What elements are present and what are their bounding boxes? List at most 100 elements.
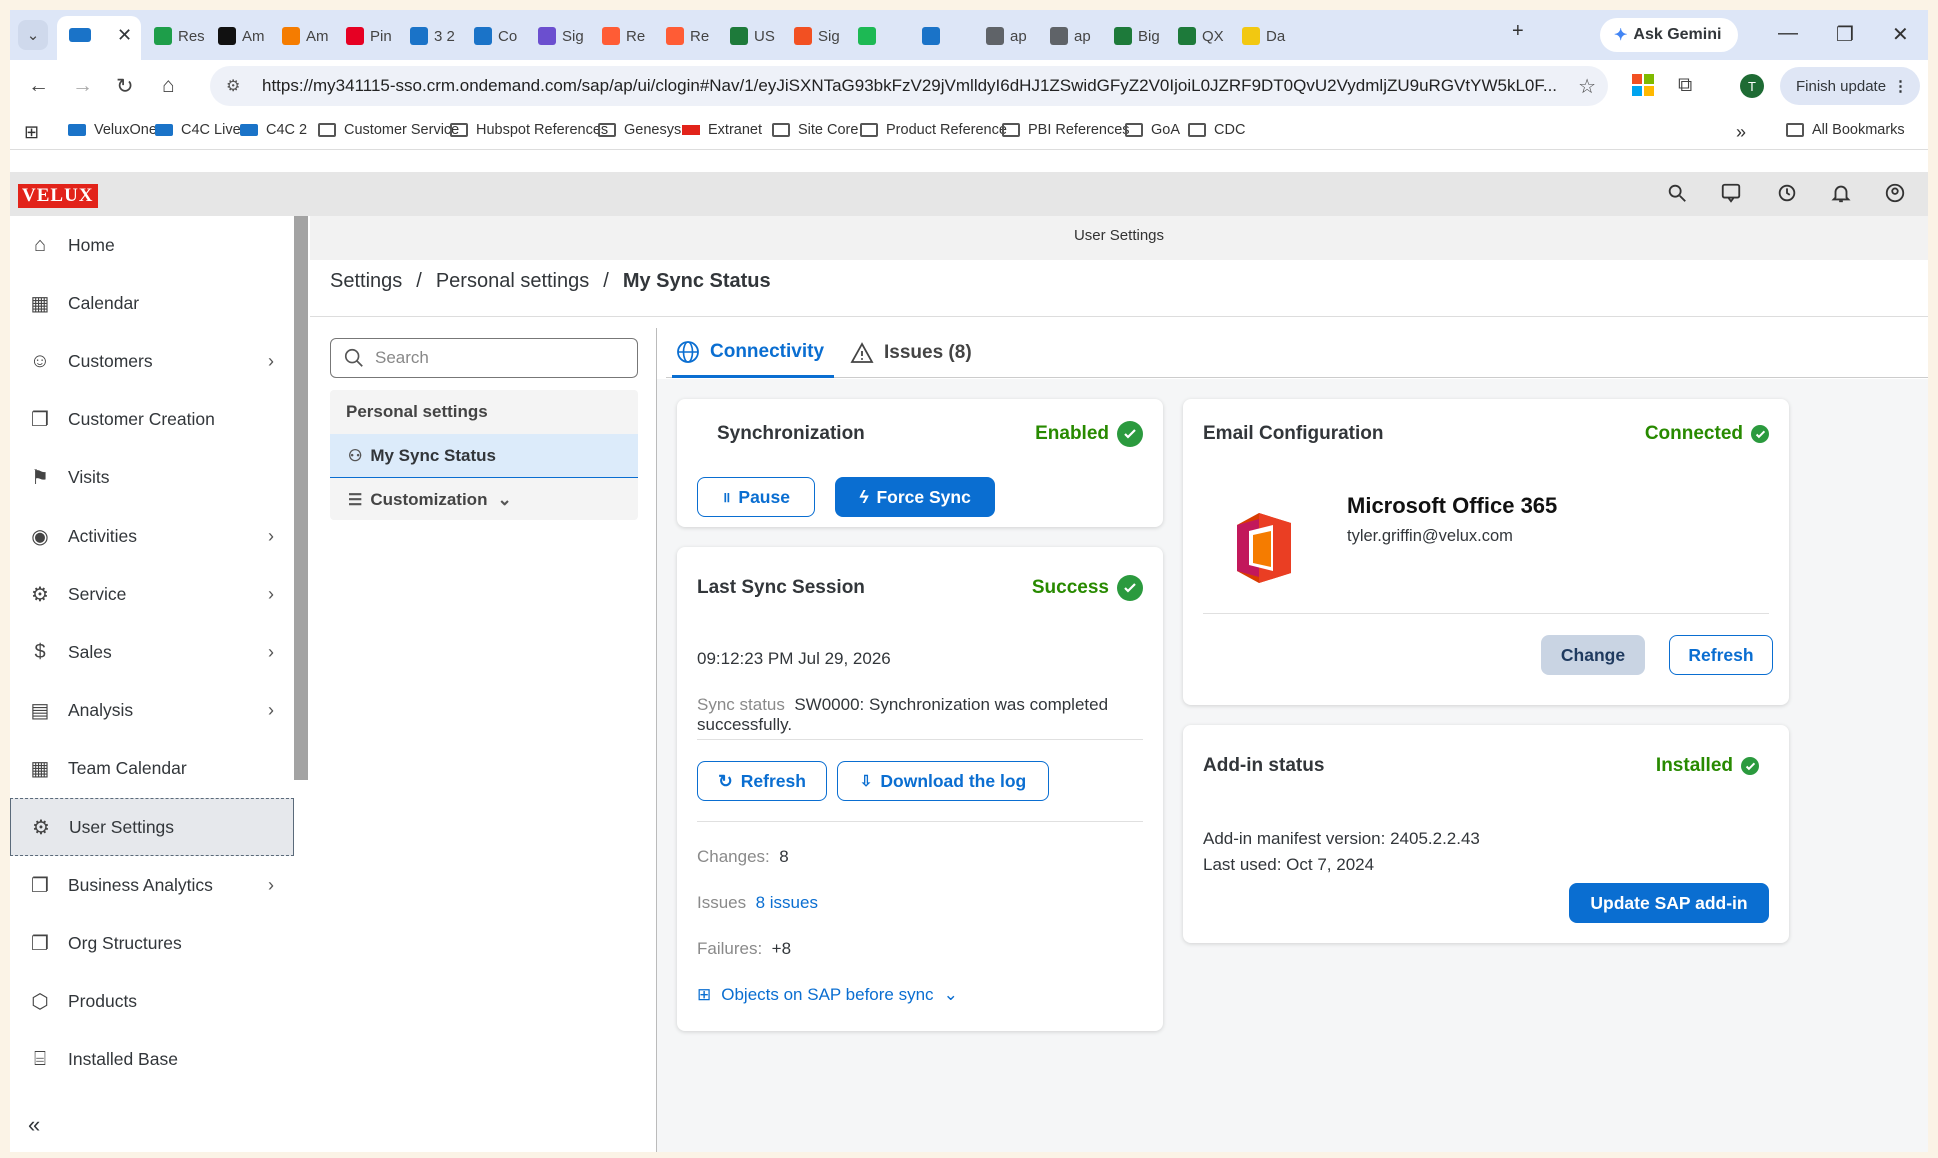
change-email-button[interactable]: Change	[1541, 635, 1645, 675]
feedback-icon[interactable]	[1720, 182, 1742, 204]
breadcrumb-settings[interactable]: Settings	[330, 270, 402, 293]
bookmark-item[interactable]: GoA	[1125, 122, 1180, 138]
bookmark-item[interactable]: C4C Live	[155, 122, 241, 138]
more-bookmarks-icon[interactable]: »	[1736, 122, 1746, 143]
bell-icon[interactable]	[1830, 182, 1852, 204]
new-tab-icon[interactable]: +	[1512, 20, 1524, 43]
sidebar-item-org-structures[interactable]: ❐ Org Structures	[10, 914, 294, 972]
browser-tab[interactable]: Da	[1242, 18, 1292, 54]
sidebar-item-products[interactable]: ⬡ Products	[10, 973, 294, 1031]
force-sync-button[interactable]: ϟ Force Sync	[835, 477, 995, 517]
issues-link[interactable]: 8 issues	[756, 893, 818, 912]
collapse-sidebar-icon[interactable]: «	[28, 1112, 40, 1138]
browser-tab[interactable]: US	[730, 18, 780, 54]
apps-grid-icon[interactable]: ⊞	[24, 122, 39, 143]
lightning-icon: ϟ	[859, 486, 869, 507]
close-window-icon[interactable]: ✕	[1892, 22, 1909, 47]
browser-tab[interactable]: Res	[154, 18, 204, 54]
sidebar-item-customers[interactable]: ☺ Customers ›	[10, 332, 294, 390]
star-icon[interactable]: ☆	[1578, 74, 1596, 99]
sidebar-item-service[interactable]: ⚙ Service ›	[10, 565, 294, 623]
tab-active[interactable]: ✕	[57, 16, 141, 60]
sidebar-item-business-analytics[interactable]: ❐ Business Analytics ›	[10, 856, 294, 914]
close-tab-icon[interactable]: ✕	[117, 25, 132, 46]
tab-connectivity[interactable]: Connectivity	[672, 328, 835, 378]
back-icon[interactable]: ←	[28, 74, 49, 98]
reload-icon[interactable]: ↻	[116, 74, 134, 99]
browser-tab[interactable]	[922, 18, 972, 54]
bookmark-item[interactable]: Customer Service	[318, 122, 459, 138]
sidebar-item-user-settings[interactable]: ⚙ User Settings	[10, 798, 294, 856]
breadcrumb: Settings / Personal settings / My Sync S…	[330, 270, 771, 293]
browser-tab[interactable]: Pin	[346, 18, 396, 54]
breadcrumb-personal-settings[interactable]: Personal settings	[436, 270, 589, 293]
sidebar-item-installed-base[interactable]: ⌸ Installed Base	[10, 1031, 294, 1089]
bookmark-item[interactable]: Product Reference	[860, 122, 1007, 138]
tab-search-button[interactable]: ⌄	[18, 20, 48, 50]
tree-item-customization[interactable]: ☰ Customization ⌄	[330, 478, 638, 522]
divider	[697, 821, 1143, 822]
tab-favicon-icon	[1114, 27, 1132, 45]
browser-tab[interactable]: QX	[1178, 18, 1228, 54]
browser-tab[interactable]: Re	[666, 18, 716, 54]
sidebar-item-analysis[interactable]: ▤ Analysis ›	[10, 682, 294, 740]
refresh-email-button[interactable]: Refresh	[1669, 635, 1773, 675]
bookmark-item[interactable]: CDC	[1188, 122, 1245, 138]
browser-tab[interactable]: Big	[1114, 18, 1164, 54]
sap-favicon-icon	[69, 28, 91, 42]
forward-icon[interactable]: →	[72, 74, 93, 98]
bookmark-item[interactable]: Extranet	[682, 122, 762, 138]
bookmark-item[interactable]: Site Core	[772, 122, 858, 138]
bookmark-item[interactable]: C4C 2	[240, 122, 307, 138]
browser-tab[interactable]: Co	[474, 18, 524, 54]
sidebar-item-sales[interactable]: $ Sales ›	[10, 623, 294, 681]
browser-tab[interactable]	[858, 18, 908, 54]
all-bookmarks[interactable]: All Bookmarks	[1786, 122, 1905, 138]
sidebar-item-visits[interactable]: ⚑ Visits	[10, 449, 294, 507]
browser-tab[interactable]: Sig	[538, 18, 588, 54]
sidebar-item-activities[interactable]: ◉ Activities ›	[10, 507, 294, 565]
restore-icon[interactable]: ❐	[1836, 22, 1854, 47]
browser-tab[interactable]: ap	[986, 18, 1036, 54]
download-log-button[interactable]: ⇩ Download the log	[837, 761, 1049, 801]
address-bar[interactable]: ⚙ https://my341115-sso.crm.ondemand.com/…	[210, 66, 1608, 106]
sidebar-item-customer-creation[interactable]: ❐ Customer Creation	[10, 391, 294, 449]
sidebar-item-home[interactable]: ⌂ Home	[10, 216, 294, 274]
browser-tab[interactable]: Re	[602, 18, 652, 54]
bookmark-item[interactable]: PBI References	[1002, 122, 1130, 138]
tab-issues[interactable]: Issues (8)	[850, 328, 972, 378]
settings-search-input[interactable]: Search	[330, 338, 638, 378]
tab-favicon-icon	[410, 27, 428, 45]
browser-tab[interactable]: Am	[218, 18, 268, 54]
sidebar-item-calendar[interactable]: ▦ Calendar	[10, 274, 294, 332]
user-profile-icon[interactable]	[1884, 182, 1906, 204]
browser-tab[interactable]: ap	[1050, 18, 1100, 54]
finish-update-button[interactable]: Finish update ⋮	[1780, 67, 1920, 105]
update-sap-addin-button[interactable]: Update SAP add-in	[1569, 883, 1769, 923]
search-icon[interactable]	[1666, 182, 1688, 204]
velux-logo[interactable]: VELUX	[18, 184, 98, 208]
sap-favicon-icon	[240, 124, 258, 136]
bookmark-item[interactable]: Hubspot References	[450, 122, 608, 138]
objects-on-sap-toggle[interactable]: ⊞ Objects on SAP before sync ⌄	[697, 985, 958, 1005]
microsoft-extension-icon[interactable]	[1632, 74, 1654, 96]
minimize-icon[interactable]: —	[1778, 22, 1798, 45]
site-info-icon[interactable]: ⚙	[226, 76, 240, 96]
refresh-button[interactable]: ↻ Refresh	[697, 761, 827, 801]
history-clock-icon[interactable]	[1776, 182, 1798, 204]
pause-button[interactable]: ॥ Pause	[697, 477, 815, 517]
bookmark-item[interactable]: VeluxOne	[68, 122, 157, 138]
profile-avatar[interactable]: T	[1740, 74, 1764, 98]
bookmark-item[interactable]: Genesys	[598, 122, 681, 138]
sidebar-item-team-calendar[interactable]: ▦ Team Calendar	[10, 740, 294, 798]
folder-icon	[318, 123, 336, 137]
extensions-icon[interactable]: ⧉	[1678, 74, 1692, 97]
browser-tab[interactable]: Am	[282, 18, 332, 54]
browser-tab[interactable]: 3 2	[410, 18, 460, 54]
tree-group-personal-settings[interactable]: Personal settings	[330, 390, 638, 434]
ask-gemini-button[interactable]: ✦ Ask Gemini	[1600, 18, 1738, 52]
home-browser-icon[interactable]: ⌂	[162, 74, 175, 98]
browser-tab[interactable]: Sig	[794, 18, 844, 54]
tree-item-my-sync-status[interactable]: ⚇ My Sync Status	[330, 434, 638, 478]
sidebar-scrollbar[interactable]	[294, 216, 308, 780]
